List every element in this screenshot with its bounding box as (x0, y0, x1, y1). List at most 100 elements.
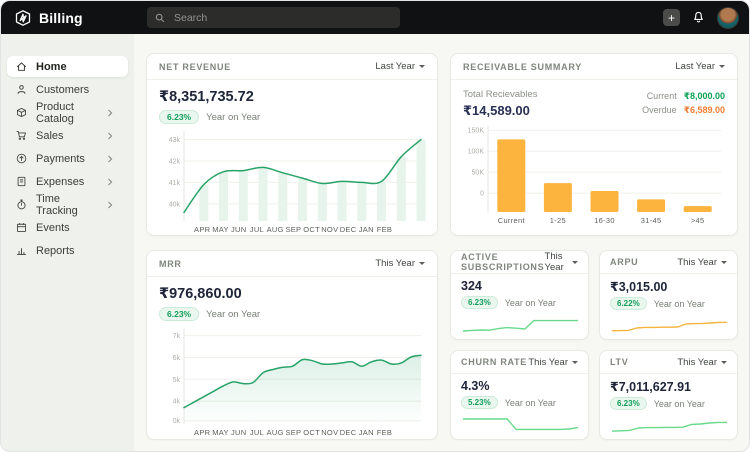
ltv-card: LTV This Year ₹7,011,627.91 6.23% Year o… (599, 350, 738, 440)
svg-text:Current: Current (498, 216, 526, 225)
arpu-value: ₹3,015.00 (610, 279, 727, 294)
net-revenue-value: ₹8,351,735.72 (159, 89, 425, 105)
chevron-right-icon (107, 178, 120, 186)
sidebar-item-events[interactable]: Events (7, 217, 128, 238)
ltv-sparkline (610, 412, 729, 436)
period-selector[interactable]: This Year (677, 357, 727, 368)
period-selector[interactable]: This Year (545, 251, 578, 273)
chevron-down-icon (721, 261, 727, 264)
sidebar-item-payments[interactable]: Payments (7, 148, 128, 169)
app-title: Billing (39, 10, 83, 26)
chevron-down-icon (572, 361, 578, 364)
yoy-caption: Year on Year (505, 398, 556, 408)
quick-add-button[interactable]: + (663, 9, 680, 26)
period-value: This Year (375, 258, 415, 269)
receivables-aging-chart: 150K100K50K0Current1-2516-3031-45>45 (463, 121, 727, 225)
billing-app-window: Billing Search + Home (0, 0, 750, 452)
sidebar-item-label: Sales (36, 130, 64, 142)
period-value: This Year (545, 251, 568, 273)
card-title: LTV (610, 357, 629, 367)
svg-text:7k: 7k (173, 333, 181, 340)
svg-text:SEP: SEP (285, 225, 301, 234)
sidebar-item-label: Home (36, 61, 67, 73)
period-selector[interactable]: Last Year (375, 61, 425, 72)
sidebar-item-product-catalog[interactable]: Product Catalog (7, 102, 128, 123)
search-input[interactable]: Search (147, 7, 400, 28)
notifications-bell-icon[interactable] (691, 10, 706, 25)
current-value: ₹8,000.00 (684, 91, 725, 101)
sidebar-item-customers[interactable]: Customers (7, 79, 128, 100)
net-revenue-chart: 43k42k41k40kAPRMAYJUNJULAUGSEPOCTNOVDECJ… (159, 126, 427, 234)
sidebar-item-expenses[interactable]: Expenses (7, 171, 128, 192)
arpu-card: ARPU This Year ₹3,015.00 6.22% Year on Y… (599, 250, 738, 340)
chevron-down-icon (419, 262, 425, 265)
sidebar-item-time-tracking[interactable]: Time Tracking (7, 194, 128, 215)
app-logo[interactable]: Billing (1, 9, 134, 27)
period-selector[interactable]: This Year (375, 258, 425, 269)
mrr-card: MRR This Year ₹976,860.00 6.23% Year on … (146, 250, 438, 440)
sidebar-item-label: Customers (36, 84, 89, 96)
card-title: MRR (159, 259, 182, 269)
svg-text:0k: 0k (173, 418, 181, 425)
period-selector[interactable]: Last Year (675, 61, 725, 72)
user-avatar[interactable] (717, 7, 739, 29)
svg-text:MAY: MAY (212, 225, 229, 234)
chevron-down-icon (721, 361, 727, 364)
svg-text:AUG: AUG (267, 428, 284, 437)
ltv-value: ₹7,011,627.91 (610, 379, 727, 394)
svg-text:40k: 40k (169, 201, 181, 208)
svg-text:>45: >45 (691, 216, 705, 225)
svg-text:FEB: FEB (377, 225, 393, 234)
svg-text:JUN: JUN (231, 428, 246, 437)
sidebar-item-sales[interactable]: Sales (7, 125, 128, 146)
svg-text:OCT: OCT (303, 428, 320, 437)
svg-text:43k: 43k (169, 137, 181, 144)
svg-text:JUN: JUN (231, 225, 246, 234)
sidebar-item-reports[interactable]: Reports (7, 240, 128, 261)
chevron-right-icon (107, 109, 120, 117)
card-title: RECEIVABLE SUMMARY (463, 62, 582, 72)
arpu-sparkline (610, 312, 729, 336)
svg-text:APR: APR (194, 428, 211, 437)
net-revenue-card: NET REVENUE Last Year ₹8,351,735.72 6.23… (146, 53, 438, 236)
svg-text:APR: APR (194, 225, 211, 234)
card-title: CHURN RATE (461, 357, 527, 367)
svg-text:DEC: DEC (340, 225, 357, 234)
search-icon (155, 13, 168, 23)
period-selector[interactable]: This Year (677, 257, 727, 268)
current-label: Current (647, 91, 677, 101)
sidebar-item-label: Reports (36, 245, 75, 257)
sidebar-item-label: Payments (36, 153, 85, 165)
active-subscriptions-value: 324 (461, 279, 578, 293)
chevron-right-icon (107, 201, 120, 209)
mrr-chart: 7k6k5k4k0kAPRMAYJUNJULAUGSEPOCTNOVDECJAN… (159, 323, 427, 437)
customers-icon (15, 83, 28, 96)
chevron-down-icon (419, 65, 425, 68)
product-catalog-icon (15, 106, 28, 119)
period-value: This Year (528, 357, 568, 368)
reports-icon (15, 244, 28, 257)
time-tracking-icon (15, 198, 28, 211)
card-title: ACTIVE SUBSCRIPTIONS (461, 252, 545, 272)
svg-text:150K: 150K (468, 128, 485, 135)
svg-text:OCT: OCT (303, 225, 320, 234)
svg-text:41k: 41k (169, 180, 181, 187)
yoy-badge: 6.23% (159, 110, 199, 124)
svg-text:31-45: 31-45 (641, 216, 662, 225)
svg-text:FEB: FEB (377, 428, 393, 437)
svg-text:1-25: 1-25 (550, 216, 566, 225)
svg-text:5k: 5k (173, 377, 181, 384)
card-title: NET REVENUE (159, 62, 231, 72)
yoy-badge: 5.23% (461, 396, 498, 409)
sidebar-item-home[interactable]: Home (7, 56, 128, 77)
svg-text:100K: 100K (468, 149, 485, 156)
svg-text:JUL: JUL (250, 225, 264, 234)
chevron-down-icon (572, 261, 578, 264)
yoy-badge: 6.23% (461, 296, 498, 309)
total-receivables-value: ₹14,589.00 (463, 103, 537, 119)
churn-rate-sparkline (461, 411, 580, 435)
svg-text:16-30: 16-30 (594, 216, 615, 225)
billing-logo-icon (14, 9, 32, 27)
period-selector[interactable]: This Year (528, 357, 578, 368)
yoy-caption: Year on Year (654, 299, 705, 309)
